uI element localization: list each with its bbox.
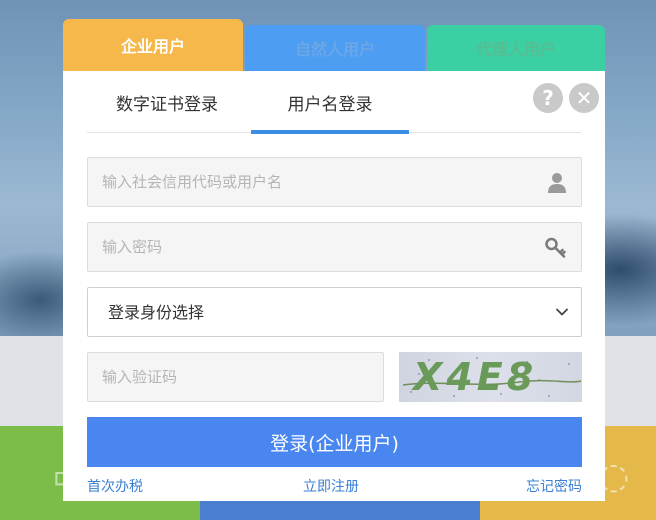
key-icon: [545, 237, 566, 258]
captcha-field: [87, 352, 384, 402]
tab-company-user[interactable]: 企业用户: [63, 19, 243, 71]
user-type-tabs: 企业用户 自然人用户 代理人用户: [63, 19, 605, 71]
chevron-down-icon: [556, 308, 568, 316]
identity-select-value: 登录身份选择: [108, 303, 205, 322]
captcha-image[interactable]: X4E8: [399, 352, 582, 402]
first-time-tax-link[interactable]: 首次办税: [87, 476, 143, 496]
tab-certificate-login[interactable]: 数字证书登录: [87, 71, 247, 133]
password-input[interactable]: [88, 223, 581, 271]
captcha-graphic: X4E8: [402, 355, 582, 399]
help-icon[interactable]: ?: [533, 83, 563, 113]
password-field: [87, 222, 582, 272]
username-input[interactable]: [88, 158, 581, 206]
footer-links: 首次办税 立即注册 忘记密码: [87, 476, 582, 498]
close-icon[interactable]: ✕: [569, 83, 599, 113]
tab-username-login[interactable]: 用户名登录: [251, 71, 409, 134]
login-method-tabs: 数字证书登录 用户名登录: [87, 71, 581, 134]
identity-select[interactable]: 登录身份选择: [87, 287, 582, 337]
tab-natural-person-user[interactable]: 自然人用户: [245, 25, 425, 71]
captcha-text: X4E8: [411, 355, 537, 399]
login-panel: 数字证书登录 用户名登录 ? ✕ 登录身份选择: [63, 71, 605, 501]
tab-agent-user[interactable]: 代理人用户: [427, 25, 605, 71]
register-link[interactable]: 立即注册: [303, 476, 359, 496]
login-button[interactable]: 登录(企业用户): [87, 417, 582, 467]
forgot-password-link[interactable]: 忘记密码: [526, 476, 582, 496]
captcha-input[interactable]: [88, 353, 383, 401]
user-icon: [548, 173, 566, 193]
username-field: [87, 157, 582, 207]
